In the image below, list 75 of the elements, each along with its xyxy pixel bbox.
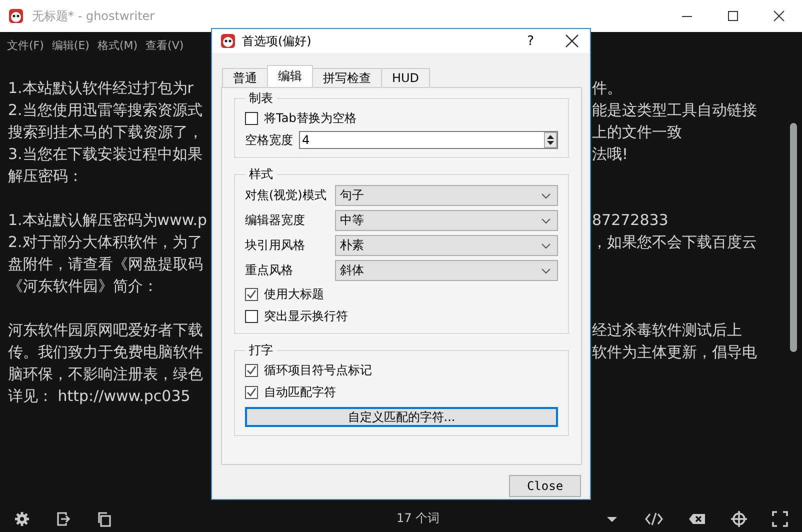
text-line: 解压密码： [8, 166, 84, 187]
close-button[interactable]: Close [509, 475, 581, 497]
group-title: 样式 [248, 166, 274, 183]
menu-item[interactable]: 格式(M) [96, 38, 139, 52]
checkbox-label: 将Tab替换为空格 [264, 110, 356, 126]
text-line: 《河东软件园》简介： [8, 276, 159, 297]
dropdown[interactable]: 句子 [335, 185, 558, 206]
text-line: 1.本站默认解压密码为www.p [8, 210, 208, 231]
tab[interactable]: 拼写检查 [312, 68, 382, 87]
tab[interactable]: HUD [381, 68, 430, 87]
crosshair-icon[interactable] [731, 510, 747, 526]
checkbox-label: 自动匹配字符 [264, 384, 336, 400]
tab[interactable]: 普通 [222, 68, 268, 87]
window-title: 无标题* - ghostwriter [32, 8, 156, 24]
check-icon [246, 386, 257, 398]
checkbox[interactable] [245, 288, 258, 300]
check-icon [246, 288, 257, 300]
text-line: 软件为主体更新，倡导电 [592, 342, 757, 363]
dropdown[interactable]: 中等 [335, 210, 558, 231]
app-icon [8, 8, 24, 24]
scrollbar-thumb[interactable] [790, 123, 797, 352]
group-title: 制表 [248, 90, 274, 107]
word-count: 17 个词 [396, 510, 440, 527]
text-line: 能是这类型工具自动链接 [592, 100, 757, 121]
text-line: 3.当您在下载安装过程中如果 [8, 144, 204, 165]
chevron-down-icon [541, 192, 551, 198]
tab[interactable]: 编辑 [267, 65, 313, 87]
checkbox-label: 循环项目符号点标记 [264, 362, 372, 378]
custom-characters-button[interactable]: 自定义匹配的字符... [245, 407, 558, 427]
spin-arrows-icon[interactable] [544, 132, 557, 148]
dialog-title: 首选项(偏好) [242, 32, 312, 50]
text-line: 经过杀毒软件测试后上 [592, 320, 742, 341]
checkbox[interactable] [245, 386, 258, 398]
text-line: ，如果您不会下载百度云 [592, 232, 757, 253]
spin-field[interactable]: 4 [299, 131, 558, 149]
text-line: 上的文件一致 [592, 122, 682, 143]
chevron-down-icon [541, 268, 551, 274]
dropdown[interactable]: 朴素 [335, 235, 558, 256]
text-line: 详见： http://www.pc035 [8, 386, 192, 407]
text-line: 河东软件园原网吧爱好者下载 [8, 320, 204, 341]
checkbox-label: 突出显示换行符 [264, 308, 348, 324]
text-line: 盘附件，请查看《网盘提取码 [8, 254, 204, 275]
checkbox[interactable] [245, 364, 258, 376]
menu-item[interactable]: 查看(V) [144, 38, 185, 52]
help-button[interactable]: ? [527, 34, 534, 48]
field-label: 块引用风格 [245, 237, 306, 254]
text-line: 2.对于部分大体积软件，为了 [8, 232, 204, 253]
text-line: 搜索到挂木马的下载资源了， [8, 122, 204, 143]
checkbox-label: 使用大标题 [264, 286, 324, 302]
app-icon [220, 33, 236, 49]
group-title: 打字 [248, 342, 274, 359]
field-label: 重点风格 [245, 262, 294, 279]
text-line: 2.当您使用迅雷等搜索资源式 [8, 100, 204, 121]
text-line: 1.本站默认软件经过打包为r [8, 78, 194, 99]
dropdown[interactable]: 斜体 [335, 260, 558, 281]
check-icon [246, 364, 257, 376]
text-line: 传。我们致力于免费电脑软件 [8, 342, 204, 363]
menu-item[interactable]: 编辑(E) [50, 38, 90, 52]
menu-item[interactable]: 文件(F) [6, 38, 45, 52]
code-icon[interactable] [645, 510, 663, 526]
gear-icon[interactable] [14, 510, 30, 526]
text-line: 87272833 [592, 210, 668, 231]
text-line: 法哦! [592, 144, 628, 165]
export-icon[interactable] [55, 510, 71, 526]
text-line: 件。 [592, 78, 622, 99]
chevron-down-icon [541, 218, 551, 224]
checkbox[interactable] [245, 310, 258, 322]
text-line: 脑环保，不影响注册表，绿色 [8, 364, 204, 385]
checkbox[interactable] [245, 112, 258, 124]
field-label: 空格宽度 [245, 132, 293, 148]
field-label: 对焦(视觉)模式 [245, 187, 328, 204]
chevron-down-icon [541, 242, 551, 248]
copy-icon[interactable] [96, 510, 112, 526]
fullscreen-icon[interactable] [772, 510, 788, 526]
field-label: 编辑器宽度 [245, 212, 306, 229]
